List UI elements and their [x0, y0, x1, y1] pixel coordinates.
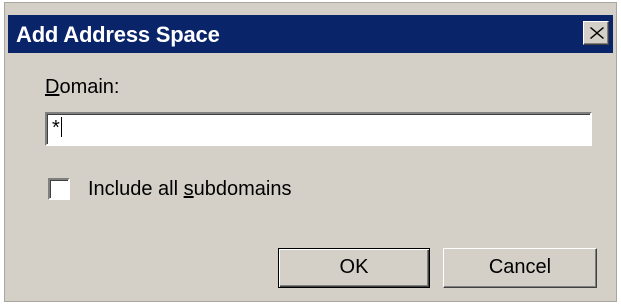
include-subdomains-checkbox[interactable]: [48, 178, 70, 200]
text-caret: [60, 117, 62, 137]
ok-button[interactable]: OK: [278, 248, 430, 288]
include-subdomains-label-rest: ubdomains: [193, 178, 292, 200]
include-subdomains-label-mnemonic: s: [183, 178, 194, 200]
domain-input[interactable]: *: [45, 112, 592, 146]
domain-label-mnemonic: D: [45, 76, 60, 98]
domain-input-value: *: [52, 117, 60, 139]
close-icon: [590, 27, 604, 39]
domain-label-text: omain:: [59, 76, 120, 98]
include-subdomains-label[interactable]: Include all subdomains: [88, 178, 291, 201]
cancel-button[interactable]: Cancel: [443, 248, 597, 288]
domain-label: Domain:: [45, 76, 119, 99]
title-bar[interactable]: Add Address Space: [8, 15, 613, 53]
include-subdomains-label-prefix: Include all: [88, 178, 184, 200]
close-button[interactable]: [583, 21, 609, 45]
window-title: Add Address Space: [16, 22, 220, 47]
